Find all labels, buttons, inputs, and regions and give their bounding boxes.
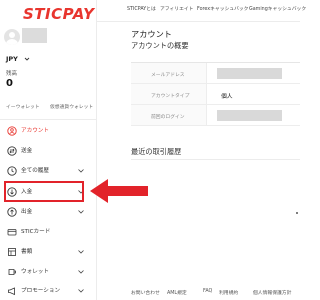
sticpay-logo[interactable]: STICPAY <box>23 5 95 23</box>
chevron-down-icon <box>78 250 84 254</box>
deposit-highlight-box <box>4 181 84 202</box>
account-overview-title: アカウントの概要 <box>131 41 189 50</box>
divider <box>206 105 207 126</box>
documents-icon <box>8 248 16 256</box>
divider <box>206 84 207 105</box>
footer-link-aml[interactable]: AML規定 <box>167 289 187 296</box>
sidebar-item-label: プロモーション <box>21 288 61 294</box>
ewallet-button[interactable]: イーウォレット <box>6 103 40 112</box>
chevron-down-icon <box>78 210 84 214</box>
sidebar-item-stic-card[interactable]: STICカード <box>0 223 97 241</box>
sidebar-item-documents[interactable]: 書類 <box>0 243 97 261</box>
footer: お問い合わせ AML規定 FAQ 利用規約 個人情報保護方針 <box>131 289 300 300</box>
footer-link-privacy[interactable]: 個人情報保護方針 <box>253 289 291 296</box>
chevron-down-icon <box>78 169 84 173</box>
divider <box>206 63 207 84</box>
balance-value: 0 <box>6 78 13 89</box>
account-icon <box>7 126 17 136</box>
avatar[interactable] <box>4 29 20 45</box>
withdraw-icon <box>7 207 17 217</box>
top-nav: STICPAYとは アフィリエイト Forexキャッシュバック Gamingキャ… <box>97 0 306 22</box>
sidebar-item-transfer[interactable]: 送金 <box>0 142 97 160</box>
account-row-label: アカウントタイプ <box>151 94 190 99</box>
sidebar-item-label: 送金 <box>21 148 33 154</box>
red-arrow-icon <box>90 179 148 203</box>
last-login-masked <box>217 110 282 121</box>
sidebar-item-label: アカウント <box>21 128 49 134</box>
sidebar: STICPAY JPY 残高 0 イーウォレット 仮想通貨ウォレット アカウント… <box>0 0 97 300</box>
sidebar-item-account[interactable]: アカウント <box>0 122 97 140</box>
crypto-wallet-button[interactable]: 仮想通貨ウォレット <box>50 103 93 112</box>
footer-link-terms[interactable]: 利用規約 <box>219 289 238 296</box>
sidebar-item-label: 出金 <box>21 209 33 215</box>
sidebar-item-label: 全ての履歴 <box>21 168 49 174</box>
loading-dot <box>296 212 298 214</box>
history-icon <box>7 166 17 176</box>
sidebar-item-label: ウォレット <box>21 269 49 275</box>
account-row-type: アカウントタイプ 個人 <box>131 84 300 105</box>
top-nav-forex-cashback[interactable]: Forexキャッシュバック <box>197 5 248 12</box>
divider <box>131 159 300 160</box>
account-row-label: 前回のログイン <box>151 115 185 120</box>
chevron-down-icon[interactable] <box>24 56 30 62</box>
top-nav-affiliate[interactable]: アフィリエイト <box>160 5 193 12</box>
email-masked <box>217 68 282 79</box>
account-type-value: 個人 <box>221 94 233 100</box>
username-masked <box>22 28 47 43</box>
sidebar-item-withdraw[interactable]: 出金 <box>0 203 97 221</box>
account-row-last-login: 前回のログイン <box>131 105 300 126</box>
account-overview-table: メールアドレス アカウントタイプ 個人 前回のログイン <box>131 62 300 126</box>
sidebar-item-promotion[interactable]: プロモーション <box>0 282 97 300</box>
sidebar-item-label: STICカード <box>21 229 51 235</box>
chevron-down-icon <box>78 289 84 293</box>
footer-link-contact[interactable]: お問い合わせ <box>131 289 160 296</box>
sidebar-item-history[interactable]: 全ての履歴 <box>0 162 97 180</box>
account-row-label: メールアドレス <box>151 73 185 78</box>
wallet-icon <box>8 269 16 275</box>
currency-selector[interactable]: JPY <box>6 55 18 63</box>
recent-transactions-title: 最近の取引履歴 <box>131 147 182 156</box>
balance-label: 残高 <box>6 71 18 77</box>
chevron-down-icon <box>78 270 84 274</box>
account-row-email: メールアドレス <box>131 63 300 84</box>
promotion-icon <box>8 287 15 296</box>
sidebar-divider <box>0 119 97 120</box>
sidebar-item-label: 書類 <box>21 249 33 255</box>
footer-link-faq[interactable]: FAQ <box>203 289 212 294</box>
sidebar-item-wallet[interactable]: ウォレット <box>0 263 97 281</box>
top-nav-gaming-cashback[interactable]: Gamingキャッシュバック <box>249 5 306 12</box>
card-icon <box>7 229 17 236</box>
top-nav-about[interactable]: STICPAYとは <box>127 5 156 12</box>
page-title: アカウント <box>131 29 172 39</box>
transfer-icon <box>7 146 17 156</box>
